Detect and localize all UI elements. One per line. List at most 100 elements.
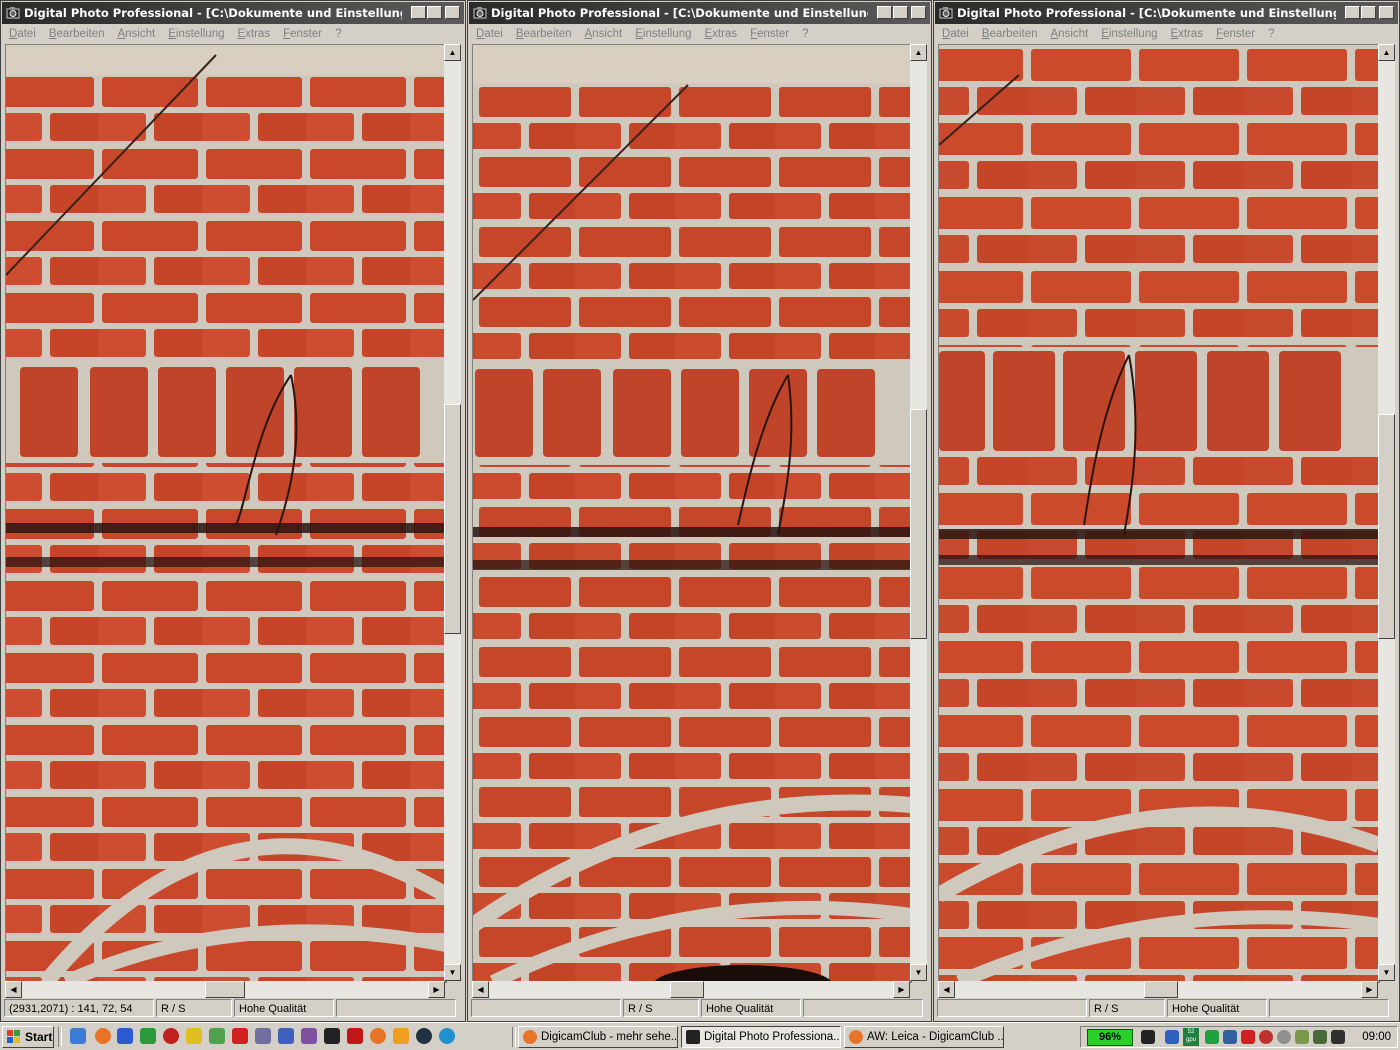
task-button-dpp[interactable]: Digital Photo Professiona...: [681, 1026, 841, 1048]
window-title: Digital Photo Professional - [C:\Dokumen…: [24, 6, 402, 20]
usb-icon[interactable]: [1313, 1030, 1327, 1044]
menu-bearbeiten[interactable]: Bearbeiten: [509, 28, 578, 40]
status-quality: Hohe Qualität: [1167, 999, 1267, 1017]
horizontal-scrollbar[interactable]: ◀ ▶: [5, 981, 445, 998]
ie-icon[interactable]: [70, 1028, 86, 1044]
power-plug-icon[interactable]: [1141, 1030, 1155, 1044]
close-button[interactable]: [445, 6, 460, 19]
menu-help[interactable]: ?: [328, 28, 347, 40]
antivirus-icon[interactable]: [1241, 1030, 1255, 1044]
word-icon[interactable]: [117, 1028, 133, 1044]
battery-indicator[interactable]: 96%: [1087, 1029, 1133, 1046]
scroll-down-arrow-icon[interactable]: ▼: [444, 964, 461, 981]
app-icon[interactable]: [1331, 1030, 1345, 1044]
vertical-scroll-thumb[interactable]: [910, 409, 927, 639]
vertical-scroll-thumb[interactable]: [1378, 414, 1395, 639]
acrobat-icon[interactable]: [232, 1028, 248, 1044]
task-button-digicamclub[interactable]: DigicamClub - mehr sehe...: [518, 1026, 678, 1048]
status-bar: R / S Hohe Qualität: [471, 999, 928, 1019]
app-icon[interactable]: [1223, 1030, 1237, 1044]
menu-help[interactable]: ?: [1261, 28, 1280, 40]
title-bar[interactable]: Digital Photo Professional - [C:\Dokumen…: [469, 2, 930, 24]
image-view[interactable]: [938, 44, 1380, 983]
horizontal-scroll-thumb[interactable]: [1144, 981, 1178, 998]
scroll-up-arrow-icon[interactable]: ▲: [444, 44, 461, 61]
close-button[interactable]: [1379, 6, 1394, 19]
menu-einstellung[interactable]: Einstellung: [161, 28, 230, 40]
menu-datei[interactable]: Datei: [469, 28, 509, 40]
maximize-button[interactable]: [893, 6, 908, 19]
scroll-right-arrow-icon[interactable]: ▶: [893, 981, 910, 998]
menu-extras[interactable]: Extras: [1163, 28, 1209, 40]
menu-ansicht[interactable]: Ansicht: [111, 28, 162, 40]
app-icon[interactable]: [1259, 1030, 1273, 1044]
taskbar-separator: [58, 1027, 62, 1047]
scroll-right-arrow-icon[interactable]: ▶: [1361, 981, 1378, 998]
app-icon[interactable]: [439, 1028, 455, 1044]
horizontal-scrollbar[interactable]: ◀ ▶: [472, 981, 910, 998]
app-icon[interactable]: [255, 1028, 271, 1044]
firefox-icon[interactable]: [95, 1028, 111, 1044]
minimize-button[interactable]: [411, 6, 426, 19]
menu-einstellung[interactable]: Einstellung: [1094, 28, 1163, 40]
horizontal-scroll-thumb[interactable]: [205, 981, 245, 998]
excel-icon[interactable]: [140, 1028, 156, 1044]
vertical-scrollbar[interactable]: ▲ ▼: [444, 44, 461, 981]
app-icon[interactable]: [1277, 1030, 1291, 1044]
title-bar[interactable]: Digital Photo Professional - [C:\Dokumen…: [2, 2, 464, 24]
menu-ansicht[interactable]: Ansicht: [1044, 28, 1095, 40]
scroll-down-arrow-icon[interactable]: ▼: [910, 964, 927, 981]
vertical-scroll-thumb[interactable]: [444, 404, 461, 634]
vertical-scrollbar[interactable]: ▲ ▼: [910, 44, 927, 981]
maximize-button[interactable]: [427, 6, 442, 19]
camera-icon[interactable]: [324, 1028, 340, 1044]
filezilla-icon[interactable]: [347, 1028, 363, 1044]
menu-ansicht[interactable]: Ansicht: [578, 28, 629, 40]
maximize-button[interactable]: [1361, 6, 1376, 19]
network-icon[interactable]: [1165, 1030, 1179, 1044]
app-icon[interactable]: [163, 1028, 179, 1044]
menu-datei[interactable]: Datei: [935, 28, 975, 40]
clock[interactable]: 09:00: [1362, 1027, 1391, 1047]
menu-extras[interactable]: Extras: [230, 28, 276, 40]
title-bar[interactable]: Digital Photo Professional - [C:\Dokumen…: [935, 2, 1398, 24]
scroll-left-arrow-icon[interactable]: ◀: [5, 981, 22, 998]
app-icon[interactable]: [1205, 1030, 1219, 1044]
minimize-button[interactable]: [877, 6, 892, 19]
menu-fenster[interactable]: Fenster: [276, 28, 328, 40]
app-icon[interactable]: [186, 1028, 202, 1044]
app-icon[interactable]: [1295, 1030, 1309, 1044]
scroll-right-arrow-icon[interactable]: ▶: [428, 981, 445, 998]
firefox-icon[interactable]: [370, 1028, 386, 1044]
status-quality: Hohe Qualität: [701, 999, 801, 1017]
app-icon[interactable]: [278, 1028, 294, 1044]
app-icon[interactable]: [301, 1028, 317, 1044]
scroll-up-arrow-icon[interactable]: ▲: [1378, 44, 1395, 61]
vertical-scrollbar[interactable]: ▲ ▼: [1378, 44, 1395, 981]
horizontal-scroll-thumb[interactable]: [670, 981, 704, 998]
scroll-left-arrow-icon[interactable]: ◀: [472, 981, 489, 998]
image-view[interactable]: [472, 44, 912, 983]
close-button[interactable]: [911, 6, 926, 19]
app-icon[interactable]: [393, 1028, 409, 1044]
minimize-button[interactable]: [1345, 6, 1360, 19]
menu-fenster[interactable]: Fenster: [743, 28, 795, 40]
app-icon[interactable]: [416, 1028, 432, 1044]
menu-einstellung[interactable]: Einstellung: [628, 28, 697, 40]
menu-fenster[interactable]: Fenster: [1209, 28, 1261, 40]
app-icon[interactable]: [209, 1028, 225, 1044]
scroll-left-arrow-icon[interactable]: ◀: [938, 981, 955, 998]
image-view[interactable]: [5, 44, 447, 983]
scroll-up-arrow-icon[interactable]: ▲: [910, 44, 927, 61]
menu-bearbeiten[interactable]: Bearbeiten: [42, 28, 111, 40]
gpu-load-indicator[interactable]: 52 gpu: [1183, 1028, 1199, 1046]
task-button-leica[interactable]: AW: Leica - DigicamClub ...: [844, 1026, 1004, 1048]
menu-datei[interactable]: Datei: [2, 28, 42, 40]
menu-bearbeiten[interactable]: Bearbeiten: [975, 28, 1044, 40]
window-title: Digital Photo Professional - [C:\Dokumen…: [957, 6, 1336, 20]
horizontal-scrollbar[interactable]: ◀ ▶: [938, 981, 1378, 998]
menu-extras[interactable]: Extras: [697, 28, 743, 40]
start-button[interactable]: Start: [2, 1026, 54, 1048]
menu-help[interactable]: ?: [795, 28, 814, 40]
scroll-down-arrow-icon[interactable]: ▼: [1378, 964, 1395, 981]
